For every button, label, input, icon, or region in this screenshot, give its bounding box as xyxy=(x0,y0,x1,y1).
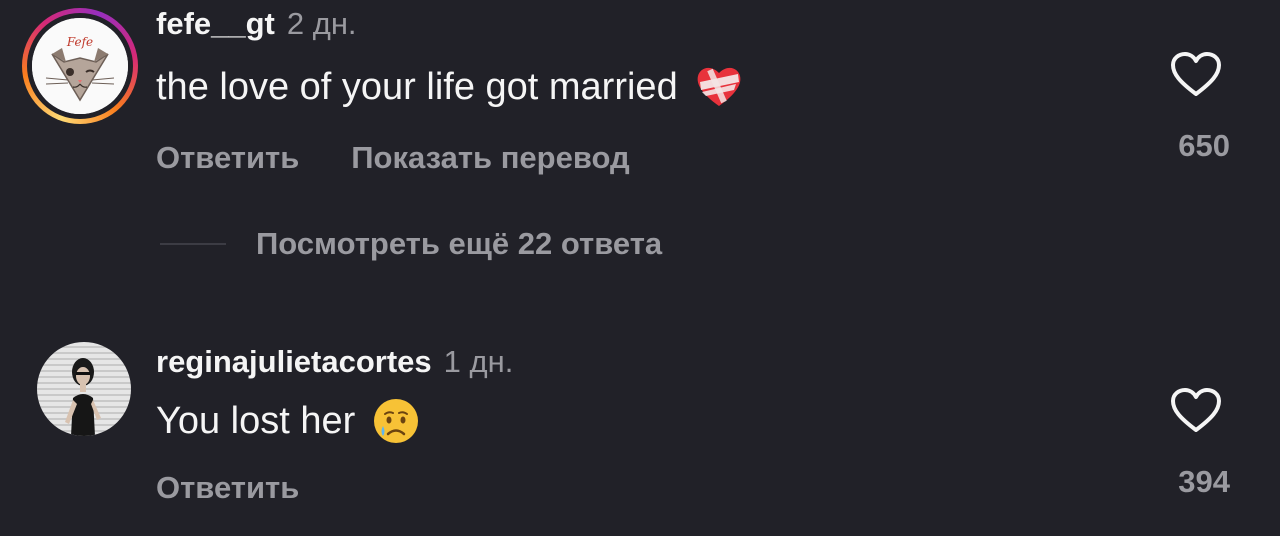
show-translation-button[interactable]: Показать перевод xyxy=(351,140,629,176)
view-more-replies-button[interactable]: Посмотреть ещё 22 ответа xyxy=(160,226,662,262)
heart-icon[interactable] xyxy=(1170,52,1222,98)
like-count: 650 xyxy=(1178,128,1230,163)
comments-list: Fefe fefe__gt 2 дн. the love of your lif… xyxy=(0,0,1280,536)
replies-divider xyxy=(160,243,226,245)
person-avatar-icon xyxy=(65,358,101,436)
comment-time: 2 дн. xyxy=(286,6,357,41)
comment-header: fefe__gt 2 дн. xyxy=(156,6,357,42)
avatar-story-ring[interactable]: Fefe xyxy=(22,8,138,124)
mending-heart-emoji-icon xyxy=(697,67,741,106)
view-more-replies-label: Посмотреть ещё 22 ответа xyxy=(256,226,663,261)
comment-time: 1 дн. xyxy=(443,344,514,379)
comment-item: Fefe fefe__gt 2 дн. the love of your lif… xyxy=(0,0,1280,290)
avatar: Fefe xyxy=(32,18,128,114)
comment-actions: Ответить xyxy=(156,470,299,506)
heart-icon[interactable] xyxy=(1170,388,1222,434)
username[interactable]: reginajulietacortes xyxy=(156,344,432,380)
comment-text-row: You lost her xyxy=(156,396,421,446)
comment-text: You lost her xyxy=(156,399,356,442)
comment-text-row: the love of your life got married xyxy=(156,62,744,112)
avatar-logo-text: Fefe xyxy=(66,35,93,49)
avatar[interactable] xyxy=(37,342,131,436)
comment-text: the love of your life got married xyxy=(156,65,678,108)
username[interactable]: fefe__gt xyxy=(156,6,275,42)
reply-button[interactable]: Ответить xyxy=(156,140,299,176)
comment-header: reginajulietacortes 1 дн. xyxy=(156,344,513,380)
comment-item: reginajulietacortes 1 дн. You lost her О… xyxy=(0,330,1280,536)
comment-actions: Ответить Показать перевод xyxy=(156,140,630,176)
reply-button[interactable]: Ответить xyxy=(156,470,299,506)
cat-avatar-icon: Fefe xyxy=(32,18,128,114)
like-count: 394 xyxy=(1178,464,1230,499)
crying-face-emoji-icon xyxy=(374,399,419,443)
